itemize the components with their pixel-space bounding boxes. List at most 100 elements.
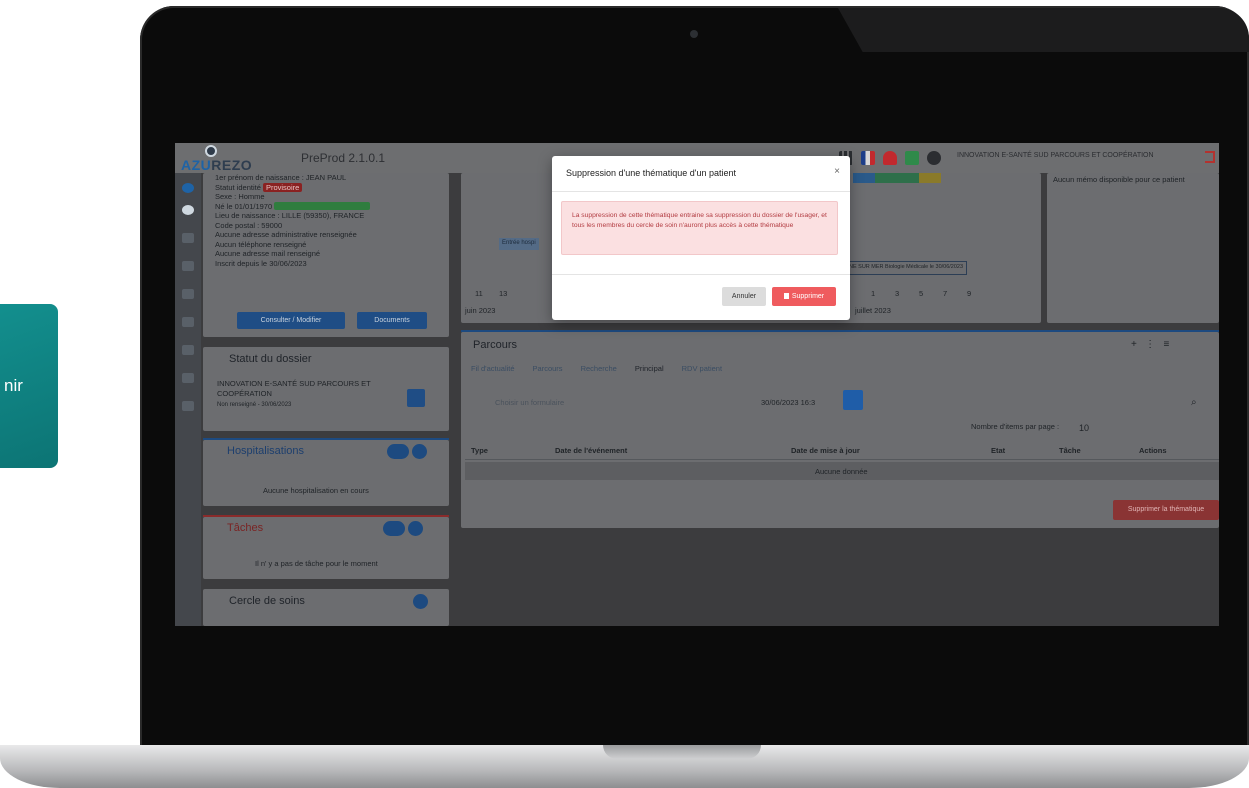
parcours-panel: Parcours + ⋮ ≡ Fil d'actualité Parcours … [461,332,1219,528]
hospitalisations-title: Hospitalisations [227,445,305,457]
left-nav-rail [175,173,201,626]
tab-principal[interactable]: Principal [635,364,664,374]
timeline-month-left: juin 2023 [465,306,496,315]
identity-status-row: Statut identité Provisoire [215,182,443,193]
age-badge [274,201,371,210]
add-hospitalisation-button[interactable] [387,444,409,459]
nav-download-icon[interactable] [182,373,194,383]
timeline-category-buttons[interactable] [853,173,963,183]
top-icons [839,149,941,167]
care-circle-panel: Cercle de soins [203,589,449,626]
user-org-label[interactable]: INNOVATION E-SANTÉ SUD PARCOURS ET COOPÉ… [957,152,1154,159]
consult-modify-button[interactable]: Consulter / Modifier [237,312,345,329]
laptop-lid-reflection [838,8,1249,52]
modal-warning-text: La suppression de cette thématique entra… [572,212,827,229]
parcours-toolbar-icons[interactable]: + ⋮ ≡ [1131,340,1169,350]
memo-empty: Aucun mémo disponible pour ce patient [1053,175,1185,184]
patient-birthdate-row: Né le 01/01/1970 [215,201,443,212]
version-label: PreProd 2.1.0.1 [301,151,386,165]
patient-postal-code: Code postal : 59000 [215,220,283,230]
nav-calendar-icon[interactable] [182,261,194,271]
nav-table-icon[interactable] [182,317,194,327]
delete-theme-button[interactable]: Supprimer la thématique [1113,500,1219,520]
nav-settings-icon[interactable] [182,401,194,411]
nav-chart-icon[interactable] [182,289,194,299]
col-task[interactable]: Tâche [1059,446,1081,456]
table-empty-row: Aucune donnée [465,462,1219,480]
tasks-empty: Il n' y a pas de tâche pour le moment [255,559,378,568]
timeline-entry-event[interactable]: Entrée hospi [499,238,539,250]
cancel-button[interactable]: Annuler [722,287,766,306]
file-status-org: INNOVATION E-SANTÉ SUD PARCOURS ET COOPÉ… [217,379,371,398]
nav-search-icon[interactable] [182,233,194,243]
patient-first-name: 1er prénom de naissance : JEAN PAUL [215,173,347,182]
modal-header-divider [552,191,850,192]
col-update-date[interactable]: Date de mise à jour [791,446,860,456]
teal-promo-card[interactable]: nir [0,304,58,468]
file-status-state: Non renseigné - 30/06/2023 [217,402,292,408]
col-state[interactable]: Etat [991,446,1005,456]
hospitalisation-upload-button[interactable] [412,444,427,459]
modal-footer-divider [552,274,850,275]
patient-details: 1er prénom de naissance : JEAN PAUL Stat… [215,173,443,268]
search-icon[interactable]: ⌕ [1191,398,1197,408]
timeline-biology-event[interactable]: NE SUR MER Biologie Médicale le 30/06/20… [845,261,968,275]
french-flag-icon[interactable] [861,151,875,165]
nav-share-icon[interactable] [182,345,194,355]
patient-address: Aucune adresse administrative renseignée [215,230,357,239]
modal-warning-alert: La suppression de cette thématique entra… [561,201,838,255]
timeline-month-right: juillet 2023 [855,306,891,315]
care-circle-title: Cercle de soins [229,595,305,607]
tasks-panel: Tâches Il n' y a pas de tâche pour le mo… [203,517,449,579]
edit-status-button[interactable] [407,389,425,407]
delete-theme-modal: Suppression d'une thématique d'un patien… [552,156,850,320]
form-select[interactable]: Choisir un formulaire [495,398,564,408]
timeline-tick-left-1: 11 [475,289,483,298]
parcours-tabs: Fil d'actualité Parcours Recherche Princ… [471,364,722,374]
items-per-page-select[interactable]: 10 [1079,423,1089,434]
col-actions: Actions [1139,446,1167,455]
close-icon[interactable]: × [834,166,840,177]
col-event-date[interactable]: Date de l'événement [555,446,627,456]
teal-card-text: nir [4,376,23,395]
items-per-page-label: Nombre d'items par page : [971,422,1060,431]
modal-title: Suppression d'une thématique d'un patien… [566,168,737,178]
add-task-button[interactable] [383,521,405,536]
app-screen: AZUREZO PreProd 2.1.0.1 INNOVATION E-SAN… [175,143,1219,626]
add-form-button[interactable] [843,390,863,410]
expand-tasks-button[interactable] [408,521,423,536]
hospitalisations-panel: Hospitalisations Aucune hospitalisation … [203,440,449,506]
timeline-tick-right-2: 3 [895,289,900,298]
timeline-tick-right-3: 5 [919,289,924,298]
logo-suffix: REZO [211,157,253,173]
tab-parcours[interactable]: Parcours [533,364,563,374]
timeline-tick-right-5: 9 [967,289,972,298]
care-circle-chat-button[interactable] [413,594,428,609]
app-logo[interactable]: AZUREZO [181,145,252,173]
logo-prefix: AZU [181,157,212,173]
laptop-notch [603,745,761,759]
logo-icon [205,145,217,157]
identity-status-badge: Provisoire [262,182,303,192]
patient-phone: Aucun téléphone renseigné [215,239,307,249]
tab-news-feed[interactable]: Fil d'actualité [471,364,515,374]
nav-patient-icon[interactable] [182,183,194,193]
nav-home-icon[interactable] [182,205,194,215]
table-header-row: Type Date de l'événement Date de mise à … [465,440,1219,460]
tab-search[interactable]: Recherche [581,364,617,374]
tab-rdv-patient[interactable]: RDV patient [682,364,722,374]
network-icon[interactable] [905,151,919,165]
hospitalisations-empty: Aucune hospitalisation en cours [263,486,369,495]
camera-icon [690,30,698,38]
marketing-stage: nir AZUREZO PreProd 2.1.0.1 INNOVATION E… [0,0,1249,788]
file-status-title: Statut du dossier [229,353,312,365]
bell-icon[interactable] [883,151,897,165]
date-input[interactable]: 30/06/2023 16:3 [761,398,815,408]
col-type[interactable]: Type [471,446,488,456]
confirm-delete-button[interactable]: Supprimer [772,287,836,306]
user-icon[interactable] [927,151,941,165]
documents-button[interactable]: Documents [357,312,427,329]
logout-icon[interactable] [1205,151,1215,163]
confirm-delete-label: Supprimer [791,293,825,300]
table-empty-text: Aucune donnée [815,467,868,476]
